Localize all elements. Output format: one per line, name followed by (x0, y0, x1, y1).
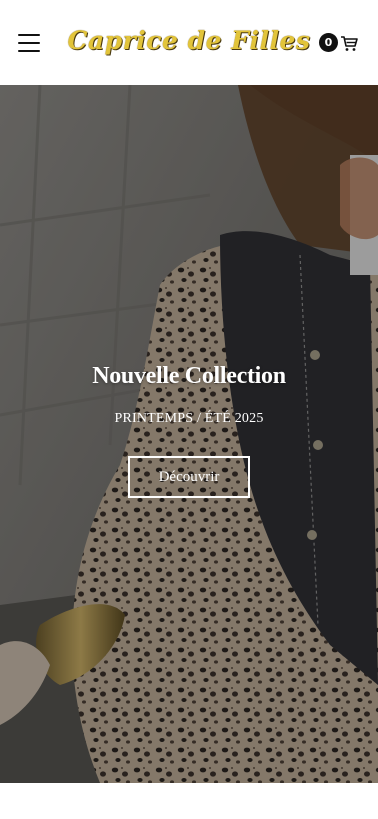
hero-banner: Nouvelle Collection PRINTEMPS / ÉTÉ 2025… (0, 85, 378, 783)
hamburger-menu-icon[interactable] (18, 33, 40, 52)
shopping-cart-icon (340, 34, 358, 52)
page-bottom-area (0, 783, 378, 819)
cart-count-badge: 0 (319, 33, 338, 52)
discover-button[interactable]: Découvrir (128, 456, 250, 498)
hero-subtitle: PRINTEMPS / ÉTÉ 2025 (114, 411, 264, 426)
cart-button[interactable]: 0 (319, 33, 358, 52)
hero-title: Nouvelle Collection (92, 363, 286, 389)
hero-content: Nouvelle Collection PRINTEMPS / ÉTÉ 2025… (0, 363, 378, 498)
site-logo[interactable]: Caprice de Filles (68, 26, 311, 55)
site-header: Caprice de Filles 0 (0, 0, 378, 85)
